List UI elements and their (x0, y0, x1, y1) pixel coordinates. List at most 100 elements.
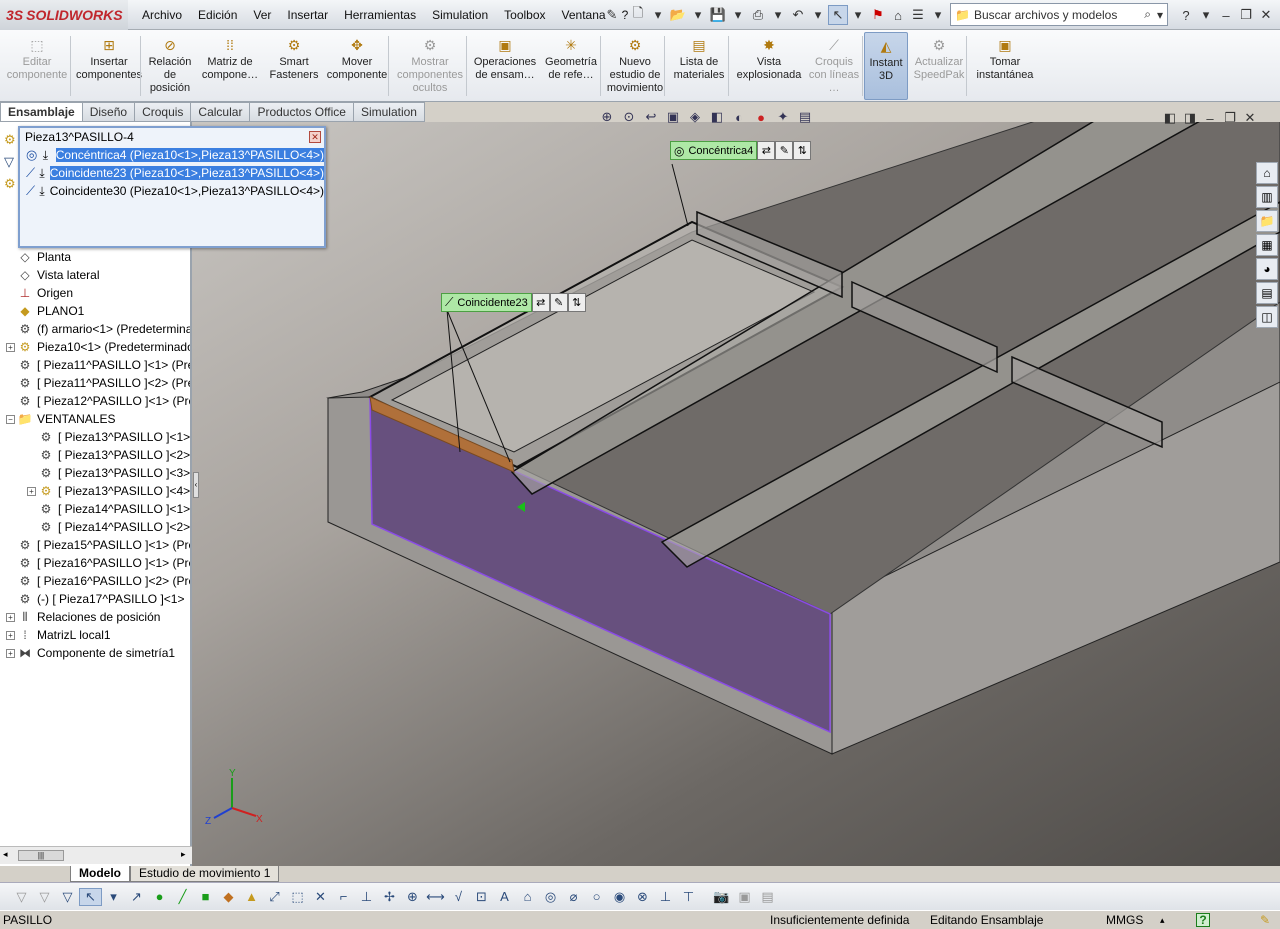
filter-axes-icon[interactable]: ⤢ (263, 889, 286, 905)
select-other-icon[interactable]: ↗ (125, 889, 148, 905)
tab-productos-office[interactable]: Productos Office (250, 102, 354, 122)
close-icon[interactable]: ✕ (309, 131, 321, 143)
dropdown-arrow-icon[interactable]: ▾ (102, 889, 125, 905)
assembly-features-button[interactable]: ▣ Operaciones de ensam… (470, 32, 540, 100)
mate-list-item[interactable]: ⟋ ⤓ Coincidente30 (Pieza10<1>,Pieza13^PASI… (20, 182, 324, 200)
open-folder-icon[interactable]: 📂 (668, 5, 688, 25)
filter-sketch-segments-icon[interactable]: ⌐ (332, 889, 355, 904)
viewport-restore-icon[interactable]: ❐ (1220, 108, 1240, 128)
mate-list-item[interactable]: ⟋ ⤓ Coincidente23 (Pieza10<1>,Pieza13^PASI… (20, 164, 324, 182)
tree-item[interactable]: + ⁞ MatrizL local1 (6, 626, 111, 644)
tab-model[interactable]: Modelo (70, 866, 130, 882)
display-style-icon[interactable]: ◧ (706, 109, 728, 125)
mate-callout-concentric[interactable]: ◎ Concéntrica4 ⇄ ✎ ⇅ (670, 141, 812, 160)
filter-hole-callouts-icon[interactable]: ⌀ (562, 889, 585, 905)
lock-rotation-icon[interactable]: ⇅ (567, 293, 586, 312)
tab-motion-study[interactable]: Estudio de movimiento 1 (130, 866, 280, 882)
tree-item[interactable]: ⚙ [ Pieza12^PASILLO ]<1> (Predeterminado) (6, 392, 190, 410)
record-icon[interactable]: ▣ (733, 889, 756, 905)
instant3d-button[interactable]: ◭ Instant 3D (864, 32, 908, 100)
scroll-left-icon[interactable]: ◂ (3, 849, 8, 860)
file-properties-icon[interactable]: ⌂ (888, 5, 908, 25)
expand-toggle-icon[interactable]: + (6, 648, 15, 658)
motion-study-button[interactable]: ⚙ Nuevo estudio de movimiento (604, 32, 666, 100)
select-cursor-icon[interactable]: ↖ (828, 5, 848, 25)
screen-capture-icon[interactable]: ▤ (756, 889, 779, 905)
dropdown-arrow-icon[interactable]: ▾ (848, 5, 868, 25)
menu-item[interactable]: Toolbox (496, 8, 553, 22)
custom-properties-icon[interactable]: ▤ (1256, 282, 1278, 304)
filter-weld-symbols-icon[interactable]: ⌂ (516, 889, 539, 904)
file-explorer-icon[interactable]: 📁 (1256, 210, 1278, 232)
tree-item[interactable]: + ⚙ [ Pieza13^PASILLO ]<4> (27, 482, 190, 500)
filter-geometric-tolerances-icon[interactable]: ⊡ (470, 889, 493, 905)
filter-connection-points-icon[interactable]: ⊗ (631, 889, 654, 905)
filter-dowel-pin-icon[interactable]: ◉ (608, 889, 631, 905)
tree-horizontal-scrollbar[interactable]: ◂ ||| ▸ (0, 846, 192, 864)
assembly-model-view[interactable]: Y X Z (192, 122, 1280, 866)
tree-item[interactable]: + ⧓ Componente de simetría1 (6, 644, 175, 662)
edit-mate-icon[interactable]: ✎ (549, 293, 568, 312)
graphics-area[interactable]: Y X Z (192, 122, 1280, 866)
solidworks-resources-icon[interactable]: ⌂ (1256, 162, 1278, 184)
tree-item[interactable]: ⚙ [ Pieza13^PASILLO ]<1> (27, 428, 190, 446)
move-component-button[interactable]: ✥ Mover componente (324, 32, 390, 100)
hide-show-icon[interactable]: ◐ (728, 110, 750, 125)
flip-alignment-icon[interactable]: ⇄ (531, 293, 550, 312)
search-box[interactable]: 📁 Buscar archivos y modelos ⌕ ▾ (950, 3, 1168, 26)
filter-vertices-icon[interactable]: ● (148, 889, 171, 904)
filter-balloons-icon[interactable]: ○ (585, 889, 608, 904)
filter-datum-targets-icon[interactable]: ◎ (539, 889, 562, 905)
tab-croquis[interactable]: Croquis (135, 102, 192, 122)
expand-toggle-icon[interactable]: − (6, 414, 15, 424)
menu-item[interactable]: Insertar (279, 8, 336, 22)
close-icon[interactable]: ✕ (1256, 5, 1276, 25)
tree-item[interactable]: ⚙ [ Pieza16^PASILLO ]<1> (Predeterminado) (6, 554, 190, 572)
filter-sketch-points-icon[interactable]: ✕ (309, 889, 332, 905)
viewport-minimize-icon[interactable]: – (1200, 108, 1220, 128)
flip-alignment-icon[interactable]: ⇄ (757, 141, 776, 160)
help-icon[interactable]: ? (1176, 5, 1196, 25)
expand-toggle-icon[interactable]: + (6, 342, 15, 352)
viewport-prev-icon[interactable]: ◧ (1160, 108, 1180, 128)
menu-item[interactable]: Simulation (424, 8, 496, 22)
sensors-icon[interactable]: ⚙ (4, 176, 18, 192)
exploded-view-button[interactable]: ✸ Vista explosionada (732, 32, 806, 100)
menu-item[interactable]: Ver (245, 8, 279, 22)
print-icon[interactable]: ⎙ (748, 5, 768, 25)
mate-callout-label[interactable]: ⟋ Coincidente23 (441, 293, 532, 312)
menu-item[interactable]: Archivo (134, 8, 190, 22)
show-hidden-button[interactable]: ⚙ Mostrar componentes ocultos (392, 32, 468, 100)
solidworks-logo[interactable]: 3S SOLIDWORKS (0, 0, 128, 30)
tree-item[interactable]: ⊥ Origen (6, 284, 73, 302)
edit-component-button[interactable]: ⬚ Editar componente (2, 32, 72, 100)
viewport-next-icon[interactable]: ◨ (1180, 108, 1200, 128)
dropdown-arrow-icon[interactable]: ▾ (928, 5, 948, 25)
panel-collapse-handle[interactable]: ‹ (193, 472, 199, 498)
filter-centerlines-icon[interactable]: ⊕ (401, 889, 424, 905)
previous-view-icon[interactable]: ↩ (640, 109, 662, 125)
dropdown-arrow-icon[interactable]: ▾ (1157, 8, 1163, 22)
filter-routing-points-icon[interactable]: ⊥ (654, 889, 677, 905)
filter-dimensions-icon[interactable]: ⟷ (424, 889, 447, 905)
dropdown-arrow-icon[interactable]: ▾ (768, 5, 788, 25)
dropdown-arrow-icon[interactable]: ▾ (808, 5, 828, 25)
filter-icon[interactable]: ▽ (10, 889, 33, 905)
explode-line-sketch-button[interactable]: ⟋ Croquis con líneas … (806, 32, 862, 100)
apply-scene-icon[interactable]: ✦ (772, 109, 794, 125)
expand-toggle-icon[interactable]: + (27, 486, 36, 496)
menu-item[interactable]: Edición (190, 8, 245, 22)
dropdown-arrow-icon[interactable]: ▾ (1196, 5, 1216, 25)
camera-icon[interactable]: 📷 (710, 889, 733, 905)
filter-midpoints-icon[interactable]: ⊥ (355, 889, 378, 905)
scrollbar-thumb[interactable]: ||| (18, 850, 64, 861)
quick-tips-help-icon[interactable]: ? (1196, 913, 1210, 927)
tab-calcular[interactable]: Calcular (191, 102, 251, 122)
tab-simulation[interactable]: Simulation (353, 102, 425, 122)
insert-components-button[interactable]: ⊞ Insertar componentes (72, 32, 146, 100)
lock-rotation-icon[interactable]: ⇅ (793, 141, 812, 160)
tree-item[interactable]: + ⫴ Relaciones de posición (6, 608, 160, 626)
dropdown-arrow-icon[interactable]: ▾ (648, 5, 668, 25)
save-icon[interactable]: 💾 (708, 5, 728, 25)
menu-item[interactable]: Herramientas (336, 8, 424, 22)
